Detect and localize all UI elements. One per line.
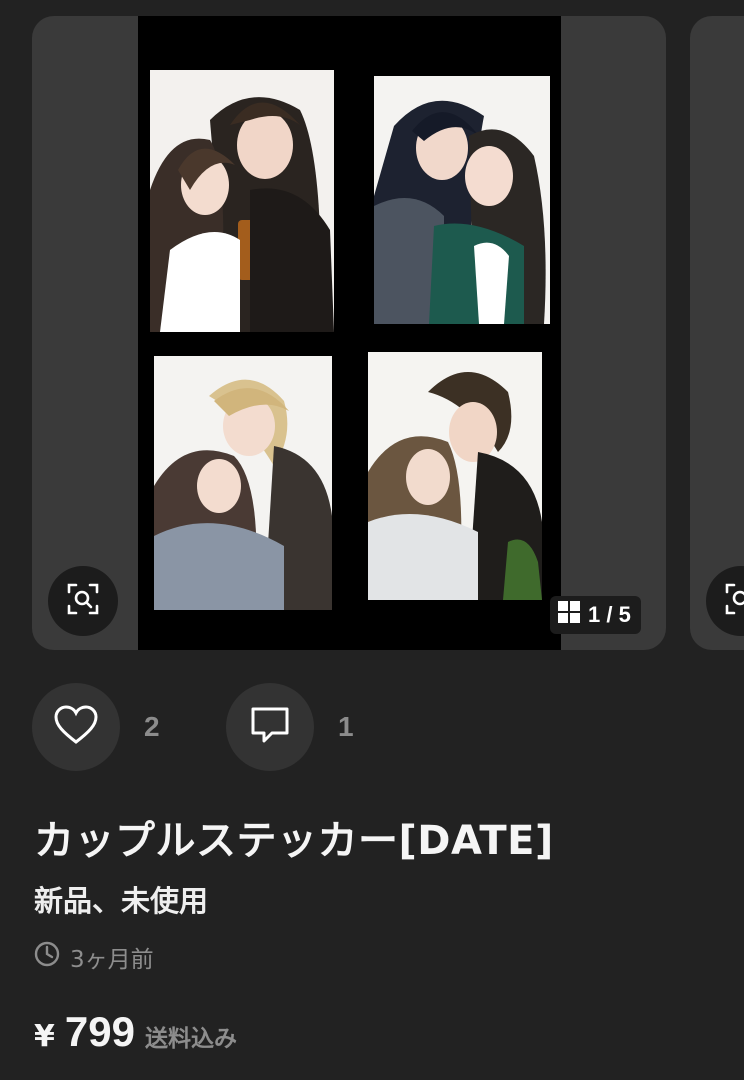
next-image-card[interactable] — [690, 16, 744, 650]
currency-symbol: ¥ — [34, 1019, 55, 1054]
price: ¥ 799 送料込み — [34, 1008, 237, 1056]
product-photo[interactable] — [138, 16, 561, 650]
item-title: カップルステッカー[DATE] — [34, 818, 554, 864]
item-condition: 新品、未使用 — [34, 884, 209, 918]
shipping-note: 送料込み — [144, 1026, 237, 1052]
sticker-card-2 — [374, 76, 550, 324]
posted-time: 3ヶ月前 — [34, 940, 154, 974]
item-detail-page: 1 / 5 2 1 カップルステッカー[DATE] 新品、未使用 3ヶ月前 ¥ … — [0, 0, 744, 1080]
zoom-button-next[interactable] — [706, 566, 744, 636]
scan-zoom-icon — [66, 582, 100, 620]
couple-illustration-1 — [150, 70, 334, 332]
couple-illustration-2 — [374, 76, 550, 324]
comment-count: 1 — [338, 711, 354, 742]
image-carousel[interactable]: 1 / 5 — [32, 16, 666, 650]
scan-zoom-icon — [724, 582, 744, 620]
couple-illustration-4 — [368, 352, 542, 600]
like-count: 2 — [144, 711, 160, 742]
sticker-card-3 — [154, 356, 332, 610]
posted-time-text: 3ヶ月前 — [70, 947, 154, 973]
heart-icon — [53, 704, 99, 750]
clock-icon — [34, 941, 60, 973]
comment-button[interactable] — [226, 683, 314, 771]
grid-icon — [558, 601, 580, 629]
comment-icon — [250, 706, 290, 748]
zoom-button[interactable] — [48, 566, 118, 636]
action-bar: 2 1 — [32, 683, 380, 771]
price-amount: 799 — [64, 1008, 135, 1055]
like-button[interactable] — [32, 683, 120, 771]
image-counter-text: 1 / 5 — [588, 602, 631, 627]
couple-illustration-3 — [154, 356, 332, 610]
sticker-card-4 — [368, 352, 542, 600]
sticker-card-1 — [150, 70, 334, 332]
image-counter: 1 / 5 — [550, 596, 641, 634]
